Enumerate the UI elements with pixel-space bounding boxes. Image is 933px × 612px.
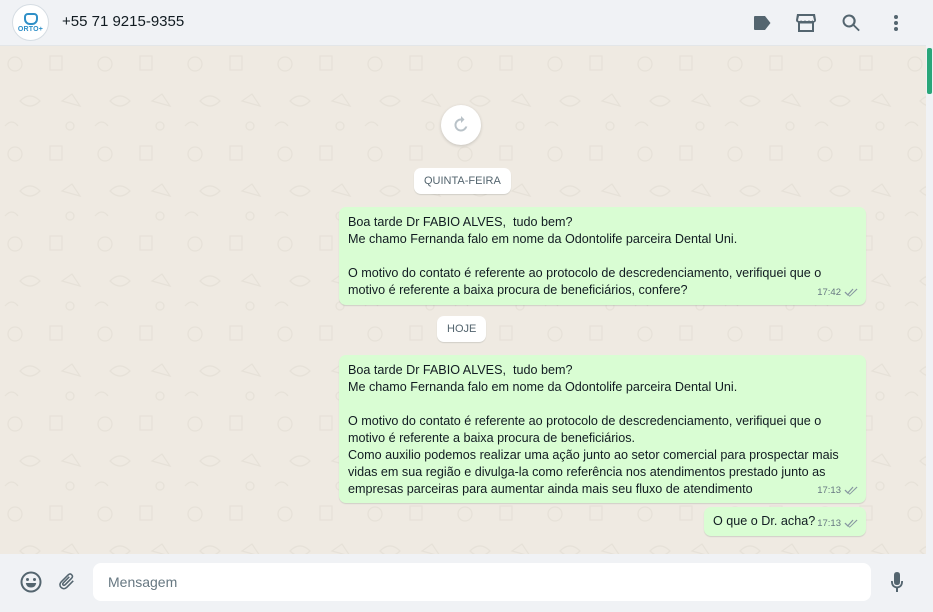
double-check-icon bbox=[844, 519, 858, 528]
contact-name[interactable]: +55 71 9215-9355 bbox=[62, 13, 184, 30]
message-meta: 17:42 bbox=[817, 284, 858, 301]
double-check-icon bbox=[844, 288, 858, 297]
menu-more-icon[interactable] bbox=[884, 11, 908, 35]
message-bubble[interactable]: Boa tarde Dr FABIO ALVES, tudo bem? Me c… bbox=[339, 355, 866, 503]
load-older-messages-button[interactable] bbox=[441, 105, 481, 145]
date-chip-today: HOJE bbox=[437, 316, 487, 342]
message-time: 17:13 bbox=[817, 518, 841, 529]
chat-area[interactable]: QUINTA-FEIRA Boa tarde Dr FABIO ALVES, t… bbox=[0, 46, 926, 554]
double-check-icon bbox=[844, 486, 858, 495]
message-composer bbox=[0, 554, 926, 612]
message-text: Boa tarde Dr FABIO ALVES, tudo bem? Me c… bbox=[348, 215, 822, 297]
message-time: 17:42 bbox=[817, 287, 841, 298]
label-tag-icon[interactable] bbox=[750, 11, 774, 35]
scrollbar[interactable] bbox=[926, 0, 933, 612]
date-chip-thursday: QUINTA-FEIRA bbox=[414, 168, 511, 194]
logo-tooth-icon bbox=[23, 12, 38, 25]
avatar-logo-text: ORTO+ bbox=[17, 25, 44, 33]
message-meta: 17:13 bbox=[817, 482, 858, 499]
chat-header: ORTO+ +55 71 9215-9355 bbox=[0, 0, 926, 46]
message-bubble[interactable]: Boa tarde Dr FABIO ALVES, tudo bem? Me c… bbox=[339, 207, 866, 305]
message-time: 17:13 bbox=[817, 485, 841, 496]
scrollbar-thumb[interactable] bbox=[927, 48, 932, 94]
attach-paperclip-icon[interactable] bbox=[55, 569, 81, 595]
message-bubble[interactable]: O que o Dr. acha? 17:13 bbox=[704, 507, 866, 536]
avatar[interactable]: ORTO+ bbox=[12, 4, 49, 41]
message-meta: 17:13 bbox=[817, 515, 858, 532]
store-catalog-icon[interactable] bbox=[794, 11, 818, 35]
emoji-icon[interactable] bbox=[18, 569, 44, 595]
message-text: Boa tarde Dr FABIO ALVES, tudo bem? Me c… bbox=[348, 363, 839, 496]
microphone-icon[interactable] bbox=[884, 569, 910, 595]
search-icon[interactable] bbox=[839, 11, 863, 35]
refresh-icon bbox=[454, 116, 468, 132]
message-input[interactable] bbox=[93, 563, 871, 601]
